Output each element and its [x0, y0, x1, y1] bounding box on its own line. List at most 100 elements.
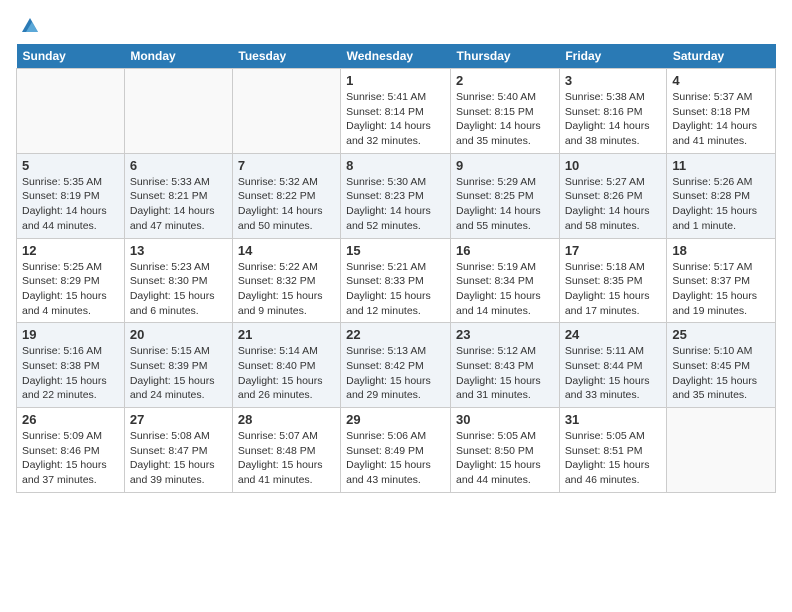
day-number: 12 — [22, 243, 119, 258]
day-cell: 3 Sunrise: 5:38 AMSunset: 8:16 PMDaylight… — [559, 69, 667, 154]
day-cell: 24 Sunrise: 5:11 AMSunset: 8:44 PMDayligh… — [559, 323, 667, 408]
day-info: Sunrise: 5:25 AMSunset: 8:29 PMDaylight:… — [22, 260, 119, 319]
weekday-header: Thursday — [451, 44, 560, 69]
day-info: Sunrise: 5:14 AMSunset: 8:40 PMDaylight:… — [238, 344, 335, 403]
day-cell: 16 Sunrise: 5:19 AMSunset: 8:34 PMDayligh… — [451, 238, 560, 323]
day-info: Sunrise: 5:38 AMSunset: 8:16 PMDaylight:… — [565, 90, 662, 149]
day-info: Sunrise: 5:29 AMSunset: 8:25 PMDaylight:… — [456, 175, 554, 234]
day-cell: 11 Sunrise: 5:26 AMSunset: 8:28 PMDayligh… — [667, 153, 776, 238]
day-number: 7 — [238, 158, 335, 173]
day-info: Sunrise: 5:12 AMSunset: 8:43 PMDaylight:… — [456, 344, 554, 403]
day-number: 15 — [346, 243, 445, 258]
day-number: 24 — [565, 327, 662, 342]
day-info: Sunrise: 5:08 AMSunset: 8:47 PMDaylight:… — [130, 429, 227, 488]
day-number: 6 — [130, 158, 227, 173]
day-cell: 14 Sunrise: 5:22 AMSunset: 8:32 PMDayligh… — [232, 238, 340, 323]
day-info: Sunrise: 5:21 AMSunset: 8:33 PMDaylight:… — [346, 260, 445, 319]
day-info: Sunrise: 5:06 AMSunset: 8:49 PMDaylight:… — [346, 429, 445, 488]
day-number: 20 — [130, 327, 227, 342]
day-cell: 13Sunrise: 5:23 AMSunset: 8:30 PMDayligh… — [124, 238, 232, 323]
day-cell — [667, 408, 776, 493]
day-number: 29 — [346, 412, 445, 427]
day-cell — [17, 69, 125, 154]
day-info: Sunrise: 5:22 AMSunset: 8:32 PMDaylight:… — [238, 260, 335, 319]
day-info: Sunrise: 5:32 AMSunset: 8:22 PMDaylight:… — [238, 175, 335, 234]
day-info: Sunrise: 5:07 AMSunset: 8:48 PMDaylight:… — [238, 429, 335, 488]
day-number: 28 — [238, 412, 335, 427]
day-info: Sunrise: 5:40 AMSunset: 8:15 PMDaylight:… — [456, 90, 554, 149]
day-number: 10 — [565, 158, 662, 173]
day-info: Sunrise: 5:41 AMSunset: 8:14 PMDaylight:… — [346, 90, 445, 149]
day-cell: 18 Sunrise: 5:17 AMSunset: 8:37 PMDayligh… — [667, 238, 776, 323]
day-number: 5 — [22, 158, 119, 173]
day-info: Sunrise: 5:27 AMSunset: 8:26 PMDaylight:… — [565, 175, 662, 234]
day-cell: 23 Sunrise: 5:12 AMSunset: 8:43 PMDayligh… — [451, 323, 560, 408]
day-cell: 5 Sunrise: 5:35 AMSunset: 8:19 PMDaylight… — [17, 153, 125, 238]
day-info: Sunrise: 5:05 AMSunset: 8:50 PMDaylight:… — [456, 429, 554, 488]
day-cell: 19Sunrise: 5:16 AMSunset: 8:38 PMDayligh… — [17, 323, 125, 408]
day-cell: 30 Sunrise: 5:05 AMSunset: 8:50 PMDayligh… — [451, 408, 560, 493]
weekday-header: Wednesday — [341, 44, 451, 69]
day-info: Sunrise: 5:05 AMSunset: 8:51 PMDaylight:… — [565, 429, 662, 488]
day-number: 31 — [565, 412, 662, 427]
logo-icon — [18, 14, 40, 36]
day-cell: 25Sunrise: 5:10 AMSunset: 8:45 PMDayligh… — [667, 323, 776, 408]
day-cell: 31 Sunrise: 5:05 AMSunset: 8:51 PMDayligh… — [559, 408, 667, 493]
day-number: 18 — [672, 243, 770, 258]
day-number: 30 — [456, 412, 554, 427]
day-number: 8 — [346, 158, 445, 173]
weekday-header: Sunday — [17, 44, 125, 69]
header — [16, 12, 776, 36]
day-info: Sunrise: 5:23 AMSunset: 8:30 PMDaylight:… — [130, 260, 227, 319]
day-cell — [232, 69, 340, 154]
page: SundayMondayTuesdayWednesdayThursdayFrid… — [0, 0, 792, 503]
week-row: 1Sunrise: 5:41 AMSunset: 8:14 PMDaylight… — [17, 69, 776, 154]
day-info: Sunrise: 5:37 AMSunset: 8:18 PMDaylight:… — [672, 90, 770, 149]
day-cell: 26 Sunrise: 5:09 AMSunset: 8:46 PMDayligh… — [17, 408, 125, 493]
week-row: 5 Sunrise: 5:35 AMSunset: 8:19 PMDaylight… — [17, 153, 776, 238]
weekday-header: Friday — [559, 44, 667, 69]
day-info: Sunrise: 5:19 AMSunset: 8:34 PMDaylight:… — [456, 260, 554, 319]
day-info: Sunrise: 5:15 AMSunset: 8:39 PMDaylight:… — [130, 344, 227, 403]
day-info: Sunrise: 5:10 AMSunset: 8:45 PMDaylight:… — [672, 344, 770, 403]
day-cell: 22Sunrise: 5:13 AMSunset: 8:42 PMDayligh… — [341, 323, 451, 408]
day-cell: 2 Sunrise: 5:40 AMSunset: 8:15 PMDaylight… — [451, 69, 560, 154]
day-number: 26 — [22, 412, 119, 427]
week-row: 19Sunrise: 5:16 AMSunset: 8:38 PMDayligh… — [17, 323, 776, 408]
day-info: Sunrise: 5:30 AMSunset: 8:23 PMDaylight:… — [346, 175, 445, 234]
day-cell: 4Sunrise: 5:37 AMSunset: 8:18 PMDaylight… — [667, 69, 776, 154]
day-info: Sunrise: 5:11 AMSunset: 8:44 PMDaylight:… — [565, 344, 662, 403]
day-number: 2 — [456, 73, 554, 88]
day-number: 11 — [672, 158, 770, 173]
day-cell: 6Sunrise: 5:33 AMSunset: 8:21 PMDaylight… — [124, 153, 232, 238]
day-cell: 10 Sunrise: 5:27 AMSunset: 8:26 PMDayligh… — [559, 153, 667, 238]
day-number: 14 — [238, 243, 335, 258]
day-info: Sunrise: 5:09 AMSunset: 8:46 PMDaylight:… — [22, 429, 119, 488]
day-cell: 8 Sunrise: 5:30 AMSunset: 8:23 PMDaylight… — [341, 153, 451, 238]
day-cell: 9Sunrise: 5:29 AMSunset: 8:25 PMDaylight… — [451, 153, 560, 238]
day-cell — [124, 69, 232, 154]
day-number: 22 — [346, 327, 445, 342]
day-number: 21 — [238, 327, 335, 342]
day-number: 23 — [456, 327, 554, 342]
day-cell: 28 Sunrise: 5:07 AMSunset: 8:48 PMDayligh… — [232, 408, 340, 493]
day-cell: 12 Sunrise: 5:25 AMSunset: 8:29 PMDayligh… — [17, 238, 125, 323]
day-info: Sunrise: 5:26 AMSunset: 8:28 PMDaylight:… — [672, 175, 770, 234]
day-cell: 29 Sunrise: 5:06 AMSunset: 8:49 PMDayligh… — [341, 408, 451, 493]
day-cell: 20 Sunrise: 5:15 AMSunset: 8:39 PMDayligh… — [124, 323, 232, 408]
calendar-table: SundayMondayTuesdayWednesdayThursdayFrid… — [16, 44, 776, 493]
day-info: Sunrise: 5:17 AMSunset: 8:37 PMDaylight:… — [672, 260, 770, 319]
day-info: Sunrise: 5:18 AMSunset: 8:35 PMDaylight:… — [565, 260, 662, 319]
day-number: 16 — [456, 243, 554, 258]
day-number: 3 — [565, 73, 662, 88]
day-number: 19 — [22, 327, 119, 342]
weekday-header: Monday — [124, 44, 232, 69]
week-row: 26 Sunrise: 5:09 AMSunset: 8:46 PMDayligh… — [17, 408, 776, 493]
day-number: 27 — [130, 412, 227, 427]
logo — [16, 12, 40, 36]
day-cell: 21 Sunrise: 5:14 AMSunset: 8:40 PMDayligh… — [232, 323, 340, 408]
header-row: SundayMondayTuesdayWednesdayThursdayFrid… — [17, 44, 776, 69]
weekday-header: Tuesday — [232, 44, 340, 69]
day-cell: 15 Sunrise: 5:21 AMSunset: 8:33 PMDayligh… — [341, 238, 451, 323]
day-info: Sunrise: 5:35 AMSunset: 8:19 PMDaylight:… — [22, 175, 119, 234]
